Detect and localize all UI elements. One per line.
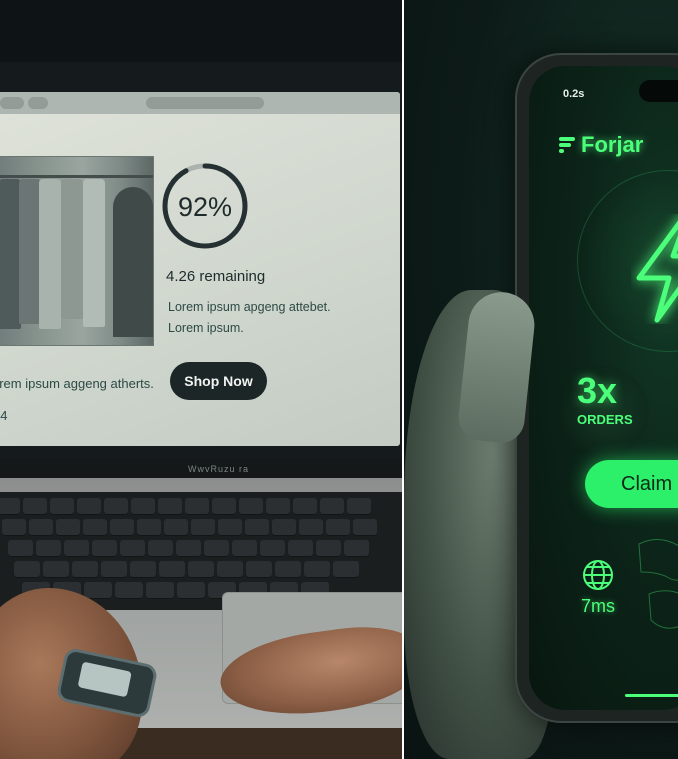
- keyboard-key[interactable]: [29, 519, 53, 536]
- keyboard-key[interactable]: [344, 540, 369, 557]
- keyboard-key[interactable]: [316, 540, 341, 557]
- keyboard-key[interactable]: [333, 561, 359, 578]
- keyboard-key[interactable]: [320, 498, 344, 515]
- keyboard-key[interactable]: [104, 498, 128, 515]
- keyboard-key[interactable]: [159, 561, 185, 578]
- keyboard-key[interactable]: [115, 582, 143, 599]
- phone-photo-panel: 0.2s Forjar 3x ORDERS Claim 7ms: [404, 0, 678, 759]
- browser-tab[interactable]: [0, 97, 24, 109]
- keyboard-key[interactable]: [92, 540, 117, 557]
- progress-percent: 92%: [177, 192, 233, 222]
- keyboard-key[interactable]: [239, 498, 263, 515]
- keyboard-key[interactable]: [288, 540, 313, 557]
- keyboard-key[interactable]: [347, 498, 371, 515]
- keyboard-key[interactable]: [266, 498, 290, 515]
- keyboard-key[interactable]: [2, 519, 26, 536]
- lightning-bolt-icon: [636, 220, 678, 323]
- shop-now-button[interactable]: Shop Now: [170, 362, 267, 400]
- keyboard-key[interactable]: [164, 519, 188, 536]
- keyboard-key[interactable]: [204, 540, 229, 557]
- keyboard-key[interactable]: [84, 582, 112, 599]
- keyboard-key[interactable]: [146, 582, 174, 599]
- keyboard-key[interactable]: [36, 540, 61, 557]
- app-name: Forjar: [581, 132, 644, 157]
- keyboard-key[interactable]: [120, 540, 145, 557]
- keyboard-key[interactable]: [245, 519, 269, 536]
- keyboard-key[interactable]: [8, 540, 33, 557]
- keyboard-key[interactable]: [176, 540, 201, 557]
- keyboard-key[interactable]: [275, 561, 301, 578]
- keyboard-key[interactable]: [130, 561, 156, 578]
- laptop-screen: 92% 4.26 remaining Lorem ipsum apgeng at…: [0, 92, 400, 446]
- keyboard-key[interactable]: [353, 519, 377, 536]
- orders-multiplier: 3x: [577, 370, 618, 411]
- claim-button[interactable]: Claim: [585, 460, 678, 508]
- watch-face: [77, 661, 132, 698]
- phone-screen: 0.2s Forjar 3x ORDERS Claim 7ms: [529, 66, 678, 710]
- keyboard-key[interactable]: [14, 561, 40, 578]
- home-indicator[interactable]: [625, 694, 678, 697]
- browser-tab[interactable]: [28, 97, 48, 109]
- keyboard-key[interactable]: [137, 519, 161, 536]
- laptop-brand: WwvRuzu ra: [188, 464, 250, 474]
- keyboard-key[interactable]: [148, 540, 173, 557]
- clothing-rail: [0, 175, 153, 178]
- garment: [83, 179, 105, 327]
- keyboard-key[interactable]: [50, 498, 74, 515]
- caption-number: 04: [0, 408, 8, 423]
- dynamic-island: [639, 80, 678, 102]
- garment: [19, 179, 41, 324]
- remaining-text: 4.26 remaining: [166, 268, 266, 285]
- keyboard-key[interactable]: [131, 498, 155, 515]
- keyboard-key[interactable]: [77, 498, 101, 515]
- keyboard-key[interactable]: [23, 498, 47, 515]
- keyboard-key[interactable]: [217, 561, 243, 578]
- keyboard-key[interactable]: [101, 561, 127, 578]
- laptop-photo-panel: 92% 4.26 remaining Lorem ipsum apgeng at…: [0, 0, 404, 759]
- product-photo: [0, 156, 154, 346]
- world-map-graphic: [638, 539, 678, 629]
- keyboard-key[interactable]: [232, 540, 257, 557]
- status-time: 0.2s: [563, 88, 585, 100]
- app-logo-icon: [559, 137, 575, 153]
- keyboard-key[interactable]: [56, 519, 80, 536]
- keyboard-key[interactable]: [260, 540, 285, 557]
- latency-value: 7ms: [581, 596, 616, 616]
- garment: [39, 179, 61, 329]
- keyboard-key[interactable]: [188, 561, 214, 578]
- orders-label: ORDERS: [577, 412, 633, 427]
- keyboard-key[interactable]: [185, 498, 209, 515]
- keyboard-key[interactable]: [191, 519, 215, 536]
- keyboard-key[interactable]: [0, 498, 20, 515]
- keyboard-key[interactable]: [177, 582, 205, 599]
- keyboard-key[interactable]: [218, 519, 242, 536]
- photo-caption: orem ipsum aggeng atherts.: [0, 376, 154, 391]
- keyboard-key[interactable]: [212, 498, 236, 515]
- browser-toolbar: [0, 92, 400, 114]
- keyboard-key[interactable]: [304, 561, 330, 578]
- garment: [0, 179, 21, 329]
- keyboard-key[interactable]: [158, 498, 182, 515]
- product-description: Lorem ipsum apgeng attebet. Lorem ipsum.: [168, 300, 331, 335]
- keyboard-key[interactable]: [246, 561, 272, 578]
- keyboard-key[interactable]: [72, 561, 98, 578]
- keyboard-key[interactable]: [43, 561, 69, 578]
- keyboard-key[interactable]: [83, 519, 107, 536]
- keyboard-key[interactable]: [110, 519, 134, 536]
- keyboard-key[interactable]: [293, 498, 317, 515]
- person-silhouette: [113, 187, 153, 337]
- keyboard-key[interactable]: [272, 519, 296, 536]
- keyboard-key[interactable]: [64, 540, 89, 557]
- keyboard-key[interactable]: [326, 519, 350, 536]
- keyboard-key[interactable]: [299, 519, 323, 536]
- garment: [61, 179, 83, 319]
- address-bar[interactable]: [146, 97, 264, 109]
- globe-icon: [583, 560, 613, 590]
